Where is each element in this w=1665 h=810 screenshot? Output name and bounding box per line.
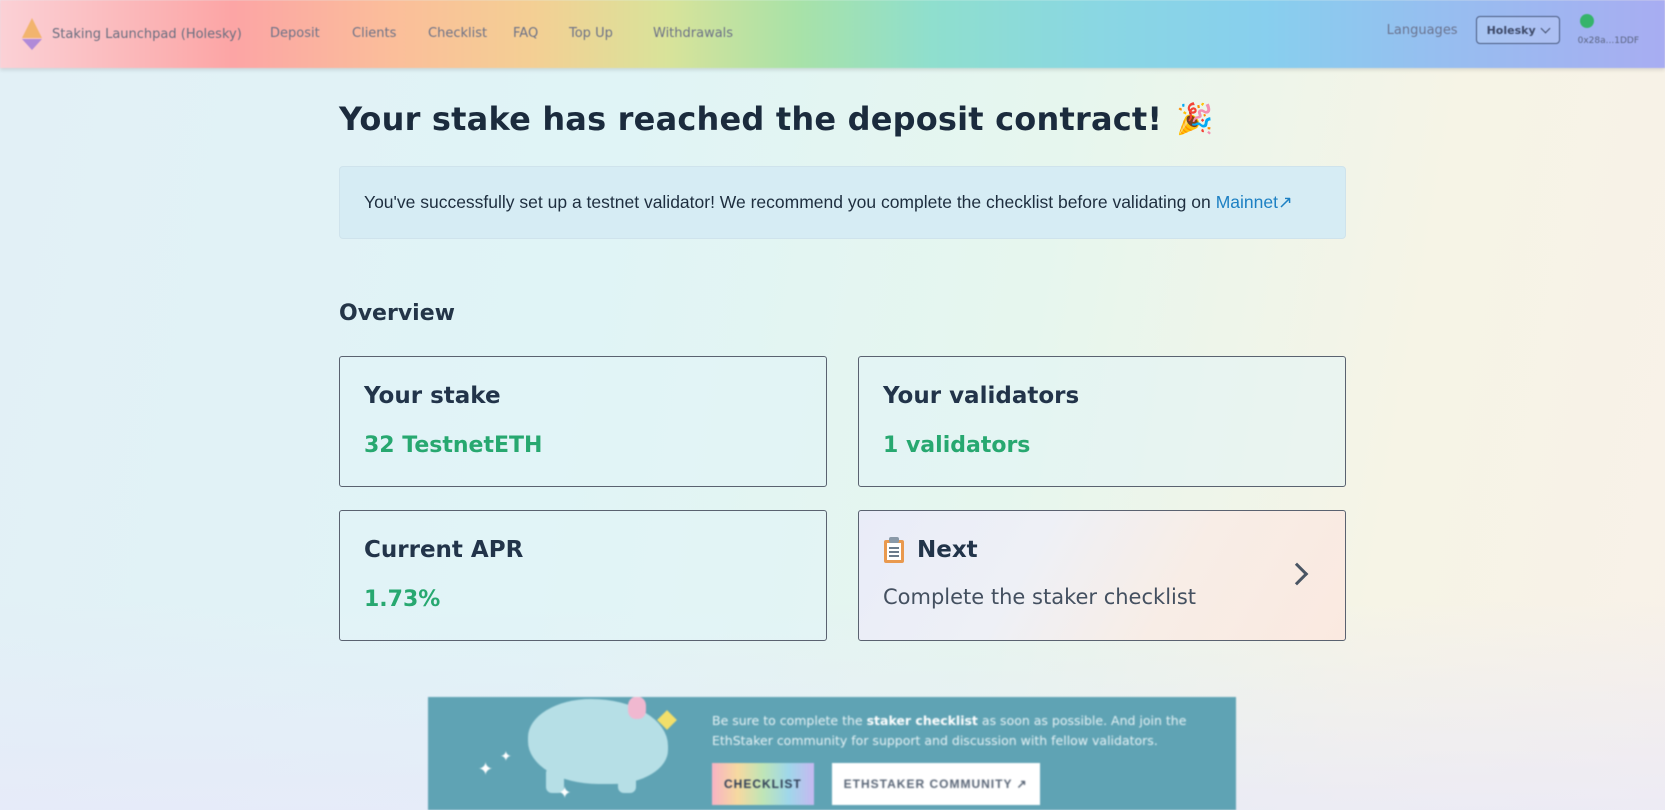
checklist-button[interactable]: CHECKLIST: [712, 763, 814, 805]
banner-text: Be sure to complete the staker checklist…: [712, 711, 1212, 751]
banner-buttons: CHECKLIST ETHSTAKER COMMUNITY ↗: [712, 763, 1040, 805]
stake-card: Your stake 32 TestnetETH: [339, 356, 827, 487]
languages-link[interactable]: Languages: [1387, 23, 1458, 38]
next-card-title: Next: [917, 537, 978, 563]
validators-card: Your validators 1 validators: [858, 356, 1346, 487]
ethereum-logo-icon: [22, 18, 42, 50]
main-content: Your stake has reached the deposit contr…: [339, 100, 1346, 641]
stake-card-value: 32 TestnetETH: [364, 433, 543, 458]
nav-link-faq[interactable]: FAQ: [513, 26, 569, 41]
next-card-subtitle: Complete the staker checklist: [883, 585, 1197, 609]
mainnet-link[interactable]: Mainnet↗: [1216, 192, 1293, 213]
sparkle-icon: ✦: [500, 749, 512, 765]
validators-card-title: Your validators: [883, 383, 1080, 409]
nav-links: Deposit Clients Checklist FAQ Top Up Wit…: [270, 26, 733, 41]
rhino-leg: [618, 767, 636, 793]
nav-link-deposit[interactable]: Deposit: [270, 26, 352, 41]
nav-link-withdrawals[interactable]: Withdrawals: [653, 26, 733, 41]
wallet-address: 0x28a...1DDF: [1577, 36, 1639, 46]
nav-right: Languages Holesky 0x28a...1DDF: [1387, 14, 1639, 46]
overview-title: Overview: [339, 301, 455, 326]
validators-card-value: 1 validators: [883, 433, 1031, 458]
brand[interactable]: Staking Launchpad (Holesky): [22, 18, 242, 50]
clipboard-icon: [883, 537, 905, 563]
alert-text: You've successfully set up a testnet val…: [364, 192, 1211, 212]
ethstaker-community-button[interactable]: ETHSTAKER COMMUNITY ↗: [831, 763, 1040, 805]
sparkle-icon: ✦: [478, 759, 494, 780]
nav-link-clients[interactable]: Clients: [352, 26, 428, 41]
stake-card-title: Your stake: [364, 383, 501, 409]
page-title: Your stake has reached the deposit contr…: [339, 100, 1346, 138]
overview-cards: Your stake 32 TestnetETH Your validators…: [339, 356, 1346, 641]
apr-card: Current APR 1.73%: [339, 510, 827, 641]
party-popper-icon: 🎉: [1176, 101, 1214, 137]
wallet-status[interactable]: 0x28a...1DDF: [1578, 14, 1639, 46]
nav-link-checklist[interactable]: Checklist: [428, 26, 513, 41]
chevron-right-icon: [1285, 562, 1309, 586]
success-alert: You've successfully set up a testnet val…: [339, 166, 1346, 239]
banner-text-prefix: Be sure to complete the: [712, 713, 863, 728]
rhino-horn-icon: [628, 697, 646, 719]
network-select[interactable]: Holesky: [1475, 16, 1560, 44]
checklist-banner: ✦ ✦ ✦ Be sure to complete the staker che…: [428, 697, 1236, 810]
network-label: Holesky: [1486, 23, 1536, 37]
next-card-header: Next: [883, 537, 1321, 563]
apr-card-title: Current APR: [364, 537, 524, 563]
chevron-down-icon: [1540, 23, 1551, 33]
top-navbar: Staking Launchpad (Holesky) Deposit Clie…: [0, 0, 1665, 68]
next-step-card[interactable]: Next Complete the staker checklist: [858, 510, 1346, 641]
nav-link-top-up[interactable]: Top Up: [569, 26, 653, 41]
banner-text-bold: staker checklist: [866, 713, 978, 728]
apr-card-value: 1.73%: [364, 587, 441, 612]
connected-check-icon: [1579, 14, 1594, 28]
sparkle-icon: ✦: [558, 783, 572, 802]
brand-name: Staking Launchpad (Holesky): [52, 26, 242, 42]
page-title-text: Your stake has reached the deposit contr…: [339, 100, 1163, 138]
